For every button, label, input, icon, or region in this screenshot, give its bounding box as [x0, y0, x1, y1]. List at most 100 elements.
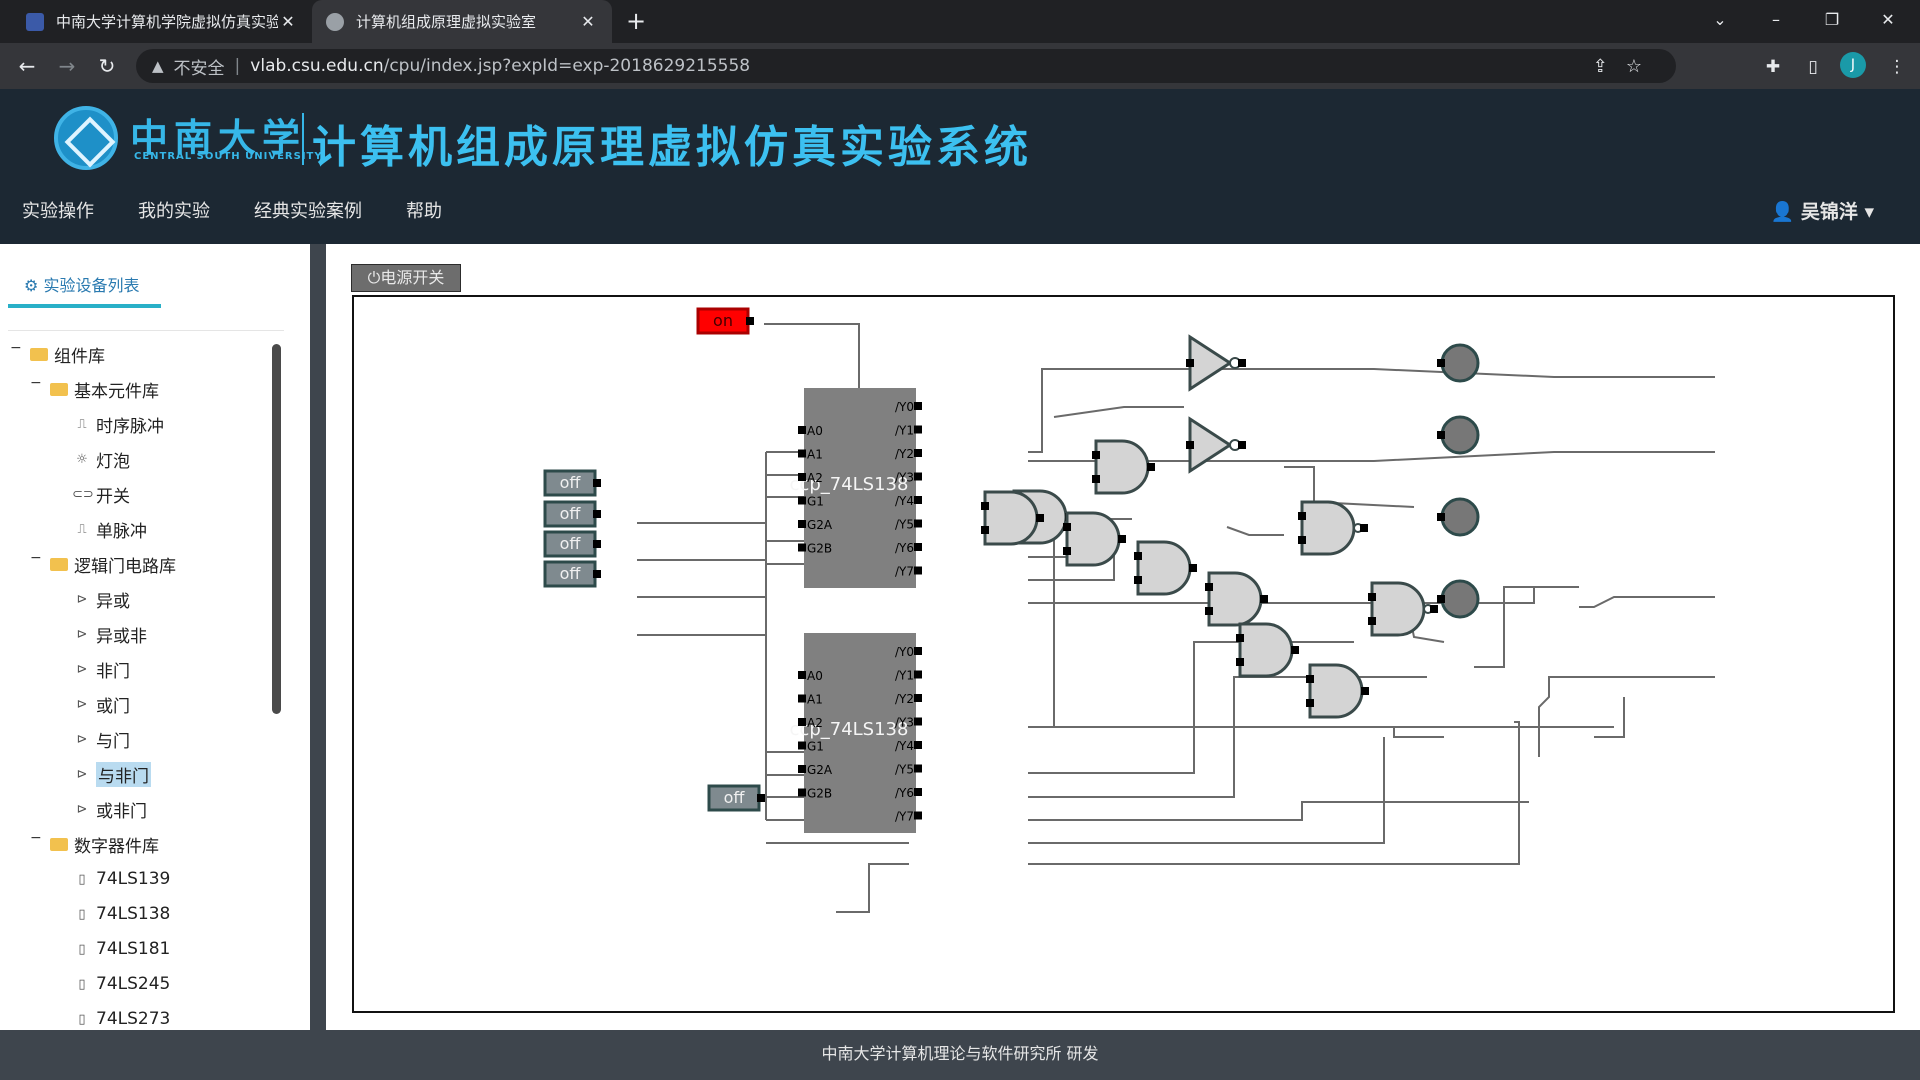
nav-experiment-ops[interactable]: 实验操作 — [22, 197, 94, 227]
collapse-icon[interactable]: − — [30, 550, 42, 566]
tree-item[interactable]: ▯ 74LS245 — [72, 970, 170, 998]
share-star-icons[interactable]: ⇪☆ — [1593, 56, 1660, 77]
globe-icon — [326, 12, 344, 31]
close-tab-icon[interactable]: ✕ — [278, 12, 298, 31]
tree-folder[interactable]: − 组件库 — [10, 340, 105, 368]
pin — [1063, 523, 1071, 531]
nav-classic-cases[interactable]: 经典实验案例 — [254, 197, 362, 227]
tree-item[interactable]: ⊳ 与非门 — [72, 760, 151, 788]
and-gate — [1207, 571, 1263, 627]
tree-folder[interactable]: − 逻辑门电路库 — [30, 550, 176, 578]
tab-device-list[interactable]: ⚙ 实验设备列表 — [8, 266, 161, 308]
browser-tab[interactable]: 中南大学计算机学院虚拟仿真实验 ✕ — [12, 0, 312, 43]
wire — [1028, 368, 1715, 453]
tab-title: 中南大学计算机学院虚拟仿真实验 — [56, 13, 278, 31]
pin-label: /Y3 — [895, 716, 914, 730]
pin — [914, 741, 922, 749]
sidebar-scrollbar[interactable] — [272, 344, 281, 714]
forward-button[interactable]: → — [52, 51, 82, 81]
collapse-icon[interactable]: − — [10, 340, 22, 356]
pin — [798, 788, 806, 797]
security-label[interactable]: 不安全 — [174, 54, 225, 79]
tree-item[interactable]: ▯ 74LS139 — [72, 865, 170, 893]
pin — [798, 520, 806, 528]
switch-label: off — [560, 564, 582, 583]
tree-item-label: 时序脉冲 — [96, 416, 164, 437]
tree-item[interactable]: ⊳ 与门 — [72, 725, 130, 753]
side-panel-icon[interactable]: ▯ — [1800, 54, 1826, 80]
wire — [1538, 676, 1715, 757]
tree-item[interactable]: ▯ 74LS181 — [72, 935, 170, 963]
tree-item[interactable]: ⎍ 单脉冲 — [72, 515, 147, 543]
tree-item-label: 74LS138 — [96, 904, 171, 924]
tree-item[interactable]: ⊳ 非门 — [72, 655, 130, 683]
pin — [593, 510, 601, 518]
pin — [1092, 451, 1100, 459]
pin — [798, 426, 806, 434]
site-header: 中南大学 CENTRAL SOUTH UNIVERSITY 计算机组成原理虚拟仿… — [0, 89, 1920, 244]
panel-divider[interactable] — [310, 244, 326, 1030]
circuit-canvas[interactable]: on off off off off off ccp_74LS138 A0 A1 A2 G1 G2A G… — [352, 295, 1895, 1013]
pin-label: A2 — [807, 471, 823, 485]
tree-item[interactable]: ⊳ 异或非 — [72, 620, 147, 648]
tree-folder[interactable]: − 数字器件库 — [30, 830, 159, 858]
wire — [1474, 586, 1579, 668]
and-gate — [1238, 622, 1294, 678]
switch-label: off — [560, 473, 582, 492]
back-button[interactable]: ← — [12, 51, 42, 81]
minimize-button[interactable]: – — [1748, 0, 1804, 43]
tree-item-label: 或非门 — [96, 801, 147, 822]
warning-icon[interactable]: ▲ — [152, 57, 164, 75]
tree-item[interactable]: ⊳ 或非门 — [72, 795, 147, 823]
menu-icon[interactable]: ⋮ — [1884, 54, 1910, 80]
folder-icon — [50, 837, 68, 851]
gate-icon: ⊳ — [76, 591, 88, 607]
tree-item-label: 或门 — [96, 696, 130, 717]
tree-item[interactable]: ⊳ 异或 — [72, 585, 130, 613]
address-bar[interactable]: ▲ 不安全 | vlab.csu.edu.cn /cpu/index.jsp?e… — [136, 49, 1676, 83]
pin — [1361, 687, 1369, 695]
tree-item[interactable]: ⎍ 时序脉冲 — [72, 410, 164, 438]
pin-label: /Y7 — [895, 810, 914, 824]
circuit-diagram[interactable]: onoffoffoffoffoffccp_74LS138A0A1A2G1G2AG… — [354, 297, 1893, 1011]
and-gate — [983, 490, 1039, 546]
tree-item-label: 与门 — [96, 731, 130, 752]
close-tab-icon[interactable]: ✕ — [578, 12, 598, 31]
close-window-button[interactable]: ✕ — [1860, 0, 1916, 43]
extensions-icon[interactable]: ✚ — [1760, 54, 1786, 80]
power-switch-button[interactable]: ⏻电源开关 — [351, 264, 461, 292]
pin — [1360, 524, 1368, 532]
restore-button[interactable]: ❐ — [1804, 0, 1860, 43]
wire — [1579, 596, 1715, 608]
tab-search-icon[interactable]: ⌄ — [1692, 0, 1748, 43]
pin — [914, 717, 922, 726]
tree-item-label: 74LS181 — [96, 939, 171, 959]
system-title: 计算机组成原理虚拟仿真实验系统 — [312, 122, 1032, 173]
tree-item[interactable]: ▯ 74LS138 — [72, 900, 170, 928]
nav-my-experiments[interactable]: 我的实验 — [138, 197, 210, 227]
nav-help[interactable]: 帮助 — [406, 197, 442, 227]
profile-avatar[interactable]: J — [1840, 52, 1866, 78]
lamp — [1440, 579, 1480, 619]
user-menu[interactable]: 👤 吴锦洋 ▾ — [1771, 197, 1874, 224]
new-tab-button[interactable]: + — [622, 8, 650, 36]
pin-label: /Y4 — [895, 739, 914, 753]
tree-folder[interactable]: − 基本元件库 — [30, 375, 159, 403]
pin-label: A1 — [807, 693, 823, 707]
pin — [1092, 475, 1100, 483]
chip-icon: ▯ — [78, 941, 86, 957]
collapse-icon[interactable]: − — [30, 375, 42, 391]
reload-button[interactable]: ↻ — [92, 51, 122, 81]
tree-item[interactable]: ▯ 74LS273 — [72, 1005, 170, 1033]
tree-item[interactable]: ⊳ 或门 — [72, 690, 130, 718]
logo-english-text: CENTRAL SOUTH UNIVERSITY — [134, 151, 323, 162]
collapse-icon[interactable]: − — [30, 830, 42, 846]
pin — [1298, 512, 1306, 520]
tree-item[interactable]: ☼ 灯泡 — [72, 445, 130, 473]
pin — [1134, 552, 1142, 560]
pulse-icon: ⎍ — [77, 416, 87, 432]
browser-tab-active[interactable]: 计算机组成原理虚拟实验室 ✕ — [312, 0, 612, 43]
tree-item-label: 异或非 — [96, 626, 147, 647]
pin-label: /Y5 — [895, 763, 914, 777]
tree-item[interactable]: ⊂⊃ 开关 — [72, 480, 130, 508]
